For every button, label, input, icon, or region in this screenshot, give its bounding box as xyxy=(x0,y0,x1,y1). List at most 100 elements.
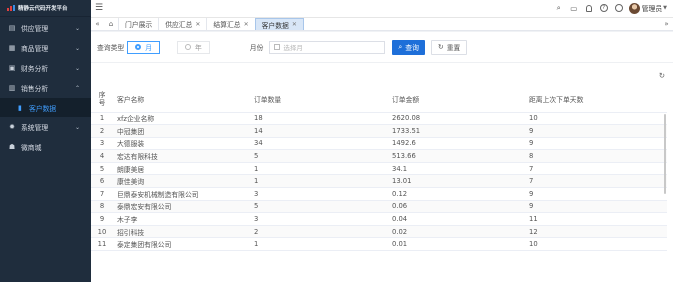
cell-order-count: 5 xyxy=(250,200,388,214)
sidebar-item-customer-data[interactable]: ▮ 客户数据 xyxy=(0,98,91,117)
cell-days-since-order: 9 xyxy=(525,200,667,214)
table-row[interactable]: 5 朗康美居 1 34.1 7 xyxy=(91,162,667,176)
cell-customer-name: 泰鼎宏安有限公司 xyxy=(113,200,250,214)
cell-seq: 8 xyxy=(91,200,113,214)
sidebar-item-goods[interactable]: ▦ 商品管理 ⌄ xyxy=(0,38,91,58)
tabs-scroll-right-icon[interactable]: » xyxy=(660,18,673,30)
cell-customer-name: 康佳美询 xyxy=(113,174,250,189)
sidebar-item-label: 销售分析 xyxy=(21,85,49,93)
cell-seq: 5 xyxy=(91,162,113,176)
radio-year[interactable]: 年 xyxy=(176,40,210,54)
truck-icon: ▤ xyxy=(8,24,16,32)
column-header-name[interactable]: 客户名称 xyxy=(113,87,250,113)
cell-seq: 3 xyxy=(91,137,113,151)
close-icon[interactable]: ✕ xyxy=(292,21,297,28)
tab-settlement-summary[interactable]: 结算汇总 ✕ xyxy=(206,18,255,30)
query-type-label: 查询类型 xyxy=(97,44,125,52)
cell-days-since-order: 10 xyxy=(525,237,667,252)
hamburger-icon[interactable]: ☰ xyxy=(95,3,103,13)
refresh-icon[interactable]: ↻ xyxy=(659,71,665,80)
month-picker-input[interactable]: 选择月 xyxy=(269,40,386,54)
top-header: ☰ ⌕ ▭ ? 管理员 ▼ xyxy=(91,0,673,18)
vertical-scrollbar[interactable] xyxy=(664,114,666,194)
tab-customer-data[interactable]: 客户数据 ✕ xyxy=(254,18,304,30)
tabs-scroll-left-icon[interactable]: « xyxy=(91,18,104,30)
main-content: 查询类型 月 年 月份 选择月 ⌕ 查询 ↻ 重置 ↻ 序 号 客户名称 订单数… xyxy=(91,32,673,282)
globe-icon[interactable] xyxy=(613,2,625,14)
cell-customer-name: 宏达有限科技 xyxy=(113,149,250,163)
sidebar-item-mall[interactable]: ☗ 微商城 xyxy=(0,137,91,157)
cell-order-amount: 513.66 xyxy=(388,149,525,163)
grid-icon: ▦ xyxy=(8,44,16,52)
header-text: 号 xyxy=(98,99,106,108)
gear-icon: ✹ xyxy=(9,123,15,131)
sidebar-item-label: 系统管理 xyxy=(21,124,49,132)
sidebar-item-sales[interactable]: ▥ 销售分析 ⌃ xyxy=(0,78,91,98)
table-row[interactable]: 8 泰鼎宏安有限公司 5 0.06 9 xyxy=(91,200,667,214)
cell-seq: 6 xyxy=(91,174,113,189)
cell-order-amount: 0.01 xyxy=(388,237,525,252)
close-icon[interactable]: ✕ xyxy=(244,21,249,28)
table-header-row: 序 号 客户名称 订单数量 订单金额 距离上次下单天数 xyxy=(91,87,667,113)
table-row[interactable]: 7 巨鼎泰安机械制造有限公司 3 0.12 9 xyxy=(91,187,667,201)
cell-seq: 10 xyxy=(91,225,113,239)
help-icon[interactable]: ? xyxy=(598,2,610,14)
cell-seq: 11 xyxy=(91,237,113,252)
username[interactable]: 管理员 xyxy=(642,3,662,13)
radio-label: 月 xyxy=(145,44,152,52)
sidebar-item-label: 微商城 xyxy=(21,144,42,152)
avatar[interactable] xyxy=(628,2,640,14)
radio-dot-icon xyxy=(184,44,191,50)
table-row[interactable]: 10 招引科技 2 0.02 12 xyxy=(91,225,667,239)
column-header-days[interactable]: 距离上次下单天数 xyxy=(525,87,667,113)
table-row[interactable]: 11 泰定集团有限公司 1 0.01 10 xyxy=(91,237,667,252)
sidebar-item-label: 财务分析 xyxy=(21,65,49,73)
column-header-count[interactable]: 订单数量 xyxy=(250,87,388,113)
home-icon[interactable]: ⌂ xyxy=(104,18,118,30)
sidebar-item-system[interactable]: ✹ 系统管理 ⌄ xyxy=(0,117,91,137)
radio-month[interactable]: 月 xyxy=(127,40,160,54)
close-icon[interactable]: ✕ xyxy=(195,21,200,28)
tab-portal[interactable]: 门户展示 xyxy=(118,18,159,30)
cell-days-since-order: 9 xyxy=(525,137,667,151)
cell-days-since-order: 11 xyxy=(525,212,667,226)
table-row[interactable]: 9 木子李 3 0.04 11 xyxy=(91,212,667,226)
reset-button[interactable]: ↻ 重置 xyxy=(430,39,468,55)
table-row[interactable]: 2 中冠集团 14 1733.51 9 xyxy=(91,124,667,138)
sidebar-item-label: 商品管理 xyxy=(21,45,49,53)
cell-days-since-order: 7 xyxy=(525,162,667,176)
search-button[interactable]: ⌕ 查询 xyxy=(392,39,425,55)
table-row[interactable]: 1 xfz企业名称 18 2620.08 10 xyxy=(91,112,667,126)
cell-order-amount: 0.02 xyxy=(388,225,525,239)
cell-customer-name: 巨鼎泰安机械制造有限公司 xyxy=(113,187,250,201)
caret-down-icon[interactable]: ▼ xyxy=(663,5,667,11)
tab-bar: « ⌂ 门户展示 供应汇总 ✕ 结算汇总 ✕ 客户数据 ✕ » xyxy=(91,18,673,31)
table-row[interactable]: 6 康佳美询 1 13.01 7 xyxy=(91,174,667,189)
cell-order-count: 1 xyxy=(250,237,388,252)
cell-seq: 4 xyxy=(91,149,113,163)
radio-dot-icon xyxy=(135,44,142,50)
sidebar-item-finance[interactable]: ▣ 财务分析 ⌄ xyxy=(0,58,91,78)
bell-icon[interactable] xyxy=(583,2,595,14)
filter-bar: 查询类型 月 年 月份 选择月 ⌕ 查询 ↻ 重置 xyxy=(91,32,673,63)
table-row[interactable]: 3 大德服装 34 1492.6 9 xyxy=(91,137,667,151)
cell-customer-name: 泰定集团有限公司 xyxy=(113,237,250,252)
message-icon[interactable]: ▭ xyxy=(568,2,580,14)
cell-order-amount: 0.04 xyxy=(388,212,525,226)
cell-customer-name: 中冠集团 xyxy=(113,124,250,138)
cell-order-count: 14 xyxy=(250,124,388,138)
month-placeholder: 选择月 xyxy=(283,44,303,52)
search-icon[interactable]: ⌕ xyxy=(553,2,565,14)
tab-label: 门户展示 xyxy=(125,21,153,29)
tab-label: 供应汇总 xyxy=(165,21,193,29)
cell-seq: 7 xyxy=(91,187,113,201)
sidebar: 精静云代码开发平台 ▤ 供应管理 ⌄ ▦ 商品管理 ⌄ ▣ 财务分析 ⌄ ▥ 销… xyxy=(0,0,91,282)
refresh-icon: ↻ xyxy=(437,43,444,51)
table-row[interactable]: 4 宏达有限科技 5 513.66 8 xyxy=(91,149,667,163)
sidebar-item-supply[interactable]: ▤ 供应管理 ⌄ xyxy=(0,18,91,38)
tab-supply-summary[interactable]: 供应汇总 ✕ xyxy=(158,18,207,30)
chevron-down-icon: ⌄ xyxy=(74,44,80,52)
cell-customer-name: 木子李 xyxy=(113,212,250,226)
column-header-amount[interactable]: 订单金额 xyxy=(388,87,525,113)
cell-order-count: 18 xyxy=(250,112,388,126)
